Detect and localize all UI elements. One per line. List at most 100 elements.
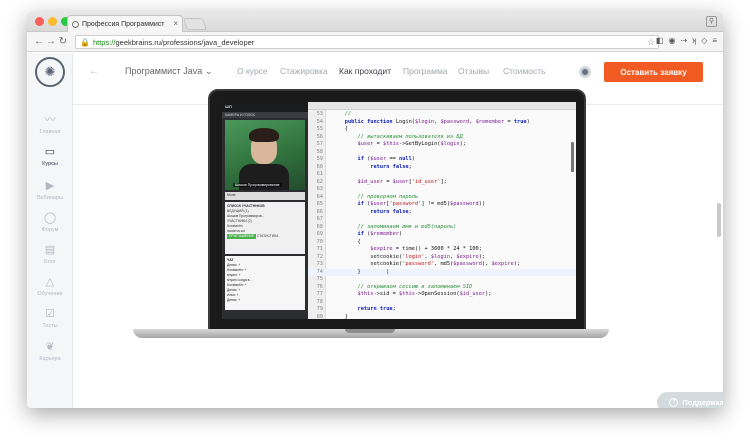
book-icon: ▭ bbox=[44, 146, 56, 158]
sidebar-item-label: Тесты bbox=[42, 323, 58, 329]
laptop-screen: ШП КАМЕРА И ГОЛОС Шишов Программирование… bbox=[222, 102, 576, 319]
favicon-icon bbox=[72, 20, 79, 28]
code-line: 59 if ($user == null) bbox=[316, 156, 415, 162]
code-line: 67 bbox=[316, 216, 323, 222]
tab-price[interactable]: Стоимость bbox=[503, 66, 546, 76]
code-line: 65 if ($user['password'] != md5($passwor… bbox=[316, 201, 486, 207]
sidebar-item[interactable]: △ Обучение bbox=[27, 275, 73, 297]
code-line: 68 // запоминаем имя и md5(пароль) bbox=[316, 223, 457, 230]
minimize-window-button[interactable] bbox=[48, 17, 57, 26]
sidebar-item[interactable]: 〰 Главная bbox=[27, 113, 73, 135]
lock-icon: 🔒 bbox=[80, 37, 90, 47]
support-label: Поддержка bbox=[682, 398, 723, 407]
webinar-panel: ШП КАМЕРА И ГОЛОС Шишов Программирование… bbox=[222, 102, 308, 319]
tests-icon: ☑ bbox=[45, 308, 55, 320]
code-line: 56 // вытаскиваем пользователя из БД bbox=[316, 133, 463, 140]
tab-title: Профессия Программист bbox=[82, 20, 165, 28]
career-icon: ❦ bbox=[45, 341, 55, 353]
code-line: 78 bbox=[316, 298, 323, 305]
tab-how-it-works[interactable]: Как проходит bbox=[339, 66, 391, 76]
tab-reviews[interactable]: Отзывы bbox=[458, 66, 489, 76]
code-lines: 53 //54 public function Login($login, $p… bbox=[308, 111, 576, 319]
forward-arrow-icon[interactable]: → bbox=[45, 36, 57, 47]
code-line: 53 // bbox=[316, 111, 352, 117]
code-line: 76 // открываем сессию и запоминаем SID bbox=[316, 283, 473, 290]
laptop-image: ШП КАМЕРА И ГОЛОС Шишов Программирование… bbox=[208, 89, 586, 335]
submit-application-button[interactable]: Оставить заявку bbox=[604, 62, 703, 82]
play-icon: ▶ bbox=[45, 180, 55, 192]
profile-icon[interactable]: ⚲ bbox=[706, 16, 717, 27]
editor-scrollbar bbox=[571, 142, 574, 172]
chat-icon: ◯ bbox=[43, 212, 57, 224]
code-line: 71 $expire = time() + 3600 * 24 * 100; bbox=[316, 246, 482, 252]
sidebar-item[interactable]: ▭ Курсы bbox=[27, 145, 73, 167]
bookmark-star-icon[interactable]: ☆ bbox=[647, 37, 655, 48]
back-arrow-icon[interactable]: ← bbox=[89, 66, 99, 77]
sidebar-item[interactable]: ▶ Вебинары bbox=[27, 179, 73, 201]
camera-title: КАМЕРА И ГОЛОС bbox=[222, 112, 308, 118]
chat-message: Денис: + bbox=[227, 298, 241, 302]
support-button[interactable]: ? Поддержка bbox=[657, 392, 723, 408]
back-arrow-icon[interactable]: ← bbox=[33, 36, 45, 47]
code-line: 66 return false; bbox=[316, 208, 412, 215]
broadcast-icon[interactable] bbox=[578, 66, 592, 78]
tab-internship[interactable]: Стажировка bbox=[280, 66, 328, 76]
window-controls bbox=[35, 17, 70, 26]
editor-toolbar bbox=[308, 102, 576, 110]
code-line: 80 } bbox=[316, 313, 348, 320]
code-line: 75 bbox=[316, 276, 323, 282]
menu-icon[interactable]: ≡ bbox=[712, 36, 717, 45]
sidebar-item-label: Блог bbox=[44, 259, 56, 265]
brain-logo-icon[interactable]: ✺ bbox=[35, 57, 65, 87]
invite-button: ПРИГЛАШЕНИЕ bbox=[227, 234, 257, 239]
url-scheme: https:// bbox=[92, 37, 116, 47]
browser-window: Профессия Программист × ⚲ ← → ↻ 🔒 https:… bbox=[27, 12, 723, 408]
page-scrollbar[interactable] bbox=[717, 203, 721, 237]
address-bar: ← → ↻ 🔒 https:// geekbrains.ru/professio… bbox=[27, 32, 723, 52]
extension-icon[interactable]: ⇢ bbox=[680, 36, 687, 45]
chat-panel: ЧАТ Денис: + Konstantin: + shyam: + shyam: … bbox=[225, 256, 305, 310]
sidebar-item[interactable]: ◯ Форум bbox=[27, 211, 73, 233]
code-editor: 53 //54 public function Login($login, $p… bbox=[308, 102, 576, 319]
pulse-icon: 〰 bbox=[44, 114, 56, 126]
laptop-notch bbox=[345, 329, 395, 333]
tab-about[interactable]: О курсе bbox=[237, 66, 268, 76]
camera-caption: Шишов Программирование bbox=[233, 183, 282, 187]
code-line: 69 if ($remember) bbox=[316, 231, 403, 237]
code-line: 79 return true; bbox=[316, 306, 396, 312]
extension-icon[interactable]: ◉ bbox=[668, 36, 675, 45]
extension-icon[interactable]: ◇ bbox=[701, 36, 707, 45]
blog-icon: ▤ bbox=[44, 244, 56, 256]
camera-view: Шишов Программирование bbox=[225, 120, 305, 190]
browser-tab[interactable]: Профессия Программист × bbox=[67, 15, 183, 32]
url-input[interactable]: 🔒 https:// geekbrains.ru/professions/jav… bbox=[75, 35, 659, 49]
sidebar: ✺ 〰 Главная ▭ Курсы ▶ Вебинары ◯ Форум ▤ Блог △ Обу… bbox=[27, 53, 73, 408]
sidebar-item-label: Обучение bbox=[37, 291, 63, 297]
question-icon: ? bbox=[669, 398, 679, 407]
mode-label: Mode bbox=[227, 193, 236, 197]
sidebar-item[interactable]: ▤ Блог bbox=[27, 243, 73, 265]
tab-bar: Профессия Программист × ⚲ bbox=[27, 12, 723, 32]
reload-icon[interactable]: ↻ bbox=[57, 36, 69, 47]
sidebar-item[interactable]: ❦ Карьера bbox=[27, 340, 73, 362]
code-line: 62 $id_user = $user['id_user']; bbox=[316, 178, 447, 185]
participants-list: СПИСОК УЧАСТНИКОВ ВЕДУЩИЙ (1) Шишов Прог… bbox=[225, 202, 305, 254]
sidebar-item[interactable]: ☑ Тесты bbox=[27, 307, 73, 329]
extension-icon[interactable]: ʞ bbox=[692, 36, 696, 45]
profession-selector[interactable]: Программист Java ⌄ bbox=[125, 66, 212, 77]
code-line: 60 return false; bbox=[316, 163, 412, 170]
close-window-button[interactable] bbox=[35, 17, 44, 26]
sidebar-item-label: Главная bbox=[39, 129, 61, 135]
stats-label: СТАТИСТИКА bbox=[257, 234, 279, 238]
code-line: 77 $this->sid = $this->OpenSession($id_u… bbox=[316, 291, 492, 297]
code-line: 55 { bbox=[316, 126, 348, 132]
webinar-logo: ШП bbox=[222, 102, 308, 112]
education-icon: △ bbox=[45, 276, 55, 288]
extension-icon[interactable]: ◧ bbox=[656, 36, 664, 45]
profession-label: Программист Java bbox=[125, 66, 203, 76]
new-tab-button[interactable] bbox=[182, 18, 208, 30]
code-line: 58 bbox=[316, 148, 323, 155]
tab-program[interactable]: Программа bbox=[403, 66, 448, 76]
code-line: 61 bbox=[316, 171, 323, 177]
tab-close-icon[interactable]: × bbox=[173, 19, 178, 28]
